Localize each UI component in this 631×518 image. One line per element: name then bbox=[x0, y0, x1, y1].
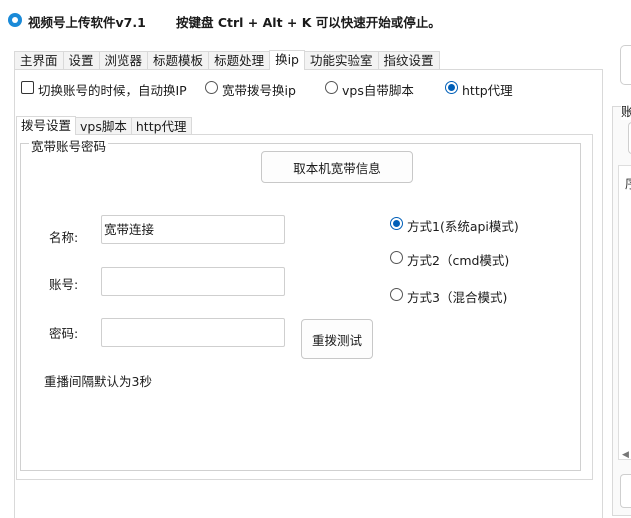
scroll-left-icon[interactable]: ◀ bbox=[622, 450, 629, 460]
radio-vps-script[interactable] bbox=[325, 81, 338, 94]
app-title: 视频号上传软件v7.1 bbox=[28, 15, 146, 30]
right-edge-button[interactable] bbox=[620, 45, 631, 85]
auto-switch-ip-checkbox[interactable] bbox=[21, 81, 34, 94]
password-label: 密码: bbox=[49, 326, 79, 341]
radio-broadband-dial[interactable] bbox=[205, 81, 218, 94]
right-bottom-button[interactable] bbox=[620, 474, 631, 508]
tab-browser[interactable]: 浏览器 bbox=[98, 51, 149, 70]
redial-test-button[interactable]: 重拨测试 bbox=[301, 319, 373, 359]
radio-broadband-dial-label: 宽带拨号换ip bbox=[222, 83, 296, 98]
right-panel-list[interactable] bbox=[618, 165, 631, 460]
tab-main[interactable]: 主界面 bbox=[14, 51, 64, 70]
auto-switch-ip-label: 切换账号的时候，自动换IP bbox=[38, 83, 187, 98]
sub-tab-bar: 拨号设置 vps脚本 http代理 bbox=[16, 116, 192, 135]
password-input[interactable] bbox=[101, 318, 285, 347]
name-label: 名称: bbox=[49, 230, 79, 245]
broadband-account-group bbox=[20, 143, 581, 471]
subtab-vps-script[interactable]: vps脚本 bbox=[75, 117, 132, 135]
name-input[interactable]: 宽带连接 bbox=[101, 215, 285, 244]
tab-title-processing[interactable]: 标题处理 bbox=[208, 51, 271, 70]
tab-title-template[interactable]: 标题模板 bbox=[147, 51, 210, 70]
redial-interval-note: 重播间隔默认为3秒 bbox=[44, 374, 152, 389]
radio-http-proxy-label: http代理 bbox=[462, 83, 513, 98]
radio-http-proxy[interactable] bbox=[445, 81, 458, 94]
radio-method-1[interactable] bbox=[390, 217, 403, 230]
radio-method-1-label: 方式1(系统api模式) bbox=[407, 219, 519, 234]
account-input[interactable] bbox=[101, 267, 285, 296]
radio-method-2-label: 方式2（cmd模式) bbox=[407, 253, 510, 268]
tab-fingerprint[interactable]: 指纹设置 bbox=[377, 51, 440, 70]
tab-change-ip[interactable]: 换ip bbox=[269, 50, 305, 70]
subtab-dial-settings[interactable]: 拨号设置 bbox=[16, 116, 77, 135]
radio-vps-script-label: vps自带脚本 bbox=[342, 83, 414, 98]
right-panel-header: 账 bbox=[621, 101, 631, 120]
account-label: 账号: bbox=[49, 277, 79, 292]
right-list-column-header: 序 bbox=[625, 173, 631, 192]
tab-settings[interactable]: 设置 bbox=[62, 51, 100, 70]
get-local-broadband-info-button[interactable]: 取本机宽带信息 bbox=[261, 151, 413, 183]
radio-method-2[interactable] bbox=[390, 251, 403, 264]
radio-method-3[interactable] bbox=[390, 288, 403, 301]
broadband-account-group-title: 宽带账号密码 bbox=[29, 136, 109, 155]
subtab-http-proxy[interactable]: http代理 bbox=[130, 117, 192, 135]
radio-method-3-label: 方式3（混合模式) bbox=[407, 290, 508, 305]
tab-feature-lab[interactable]: 功能实验室 bbox=[304, 51, 379, 70]
app-icon bbox=[8, 13, 22, 27]
main-tab-bar: 主界面 设置 浏览器 标题模板 标题处理 换ip 功能实验室 指纹设置 bbox=[14, 50, 440, 70]
hotkey-hint: 按键盘 Ctrl + Alt + K 可以快速开始或停止。 bbox=[176, 15, 441, 30]
